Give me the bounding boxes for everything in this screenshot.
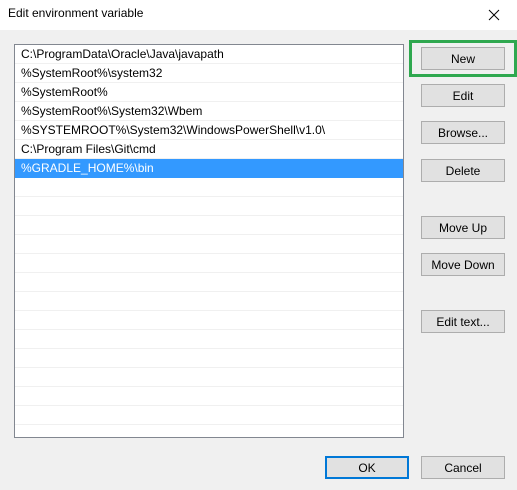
list-item-empty[interactable]	[15, 330, 403, 349]
list-item-empty[interactable]	[15, 292, 403, 311]
ok-button[interactable]: OK	[325, 456, 409, 479]
list-item-empty[interactable]	[15, 197, 403, 216]
edit-environment-variable-dialog: Edit environment variable C:\ProgramData…	[0, 0, 517, 490]
list-item-empty[interactable]	[15, 387, 403, 406]
list-item-empty[interactable]	[15, 254, 403, 273]
move-down-button[interactable]: Move Down	[421, 253, 505, 276]
delete-button[interactable]: Delete	[421, 159, 505, 182]
list-item-empty[interactable]	[15, 178, 403, 197]
close-icon	[488, 9, 500, 21]
move-up-button[interactable]: Move Up	[421, 216, 505, 239]
list-item-selected[interactable]: %GRADLE_HOME%\bin	[15, 159, 403, 178]
browse-button[interactable]: Browse...	[421, 121, 505, 144]
list-item-empty[interactable]	[15, 349, 403, 368]
title-bar: Edit environment variable	[0, 0, 517, 30]
list-item[interactable]: %SystemRoot%\System32\Wbem	[15, 102, 403, 121]
list-item-empty[interactable]	[15, 216, 403, 235]
list-item[interactable]: %SYSTEMROOT%\System32\WindowsPowerShell\…	[15, 121, 403, 140]
list-item-empty[interactable]	[15, 235, 403, 254]
edit-text-button[interactable]: Edit text...	[421, 310, 505, 333]
list-item[interactable]: C:\Program Files\Git\cmd	[15, 140, 403, 159]
cancel-button[interactable]: Cancel	[421, 456, 505, 479]
list-item[interactable]: C:\ProgramData\Oracle\Java\javapath	[15, 45, 403, 64]
list-item-empty[interactable]	[15, 273, 403, 292]
edit-button[interactable]: Edit	[421, 84, 505, 107]
close-button[interactable]	[471, 0, 517, 30]
path-list[interactable]: C:\ProgramData\Oracle\Java\javapath %Sys…	[14, 44, 404, 438]
list-item-empty[interactable]	[15, 406, 403, 425]
window-title: Edit environment variable	[8, 6, 144, 20]
list-item[interactable]: %SystemRoot%	[15, 83, 403, 102]
list-item-empty[interactable]	[15, 368, 403, 387]
list-item[interactable]: %SystemRoot%\system32	[15, 64, 403, 83]
new-button[interactable]: New	[421, 47, 505, 70]
list-item-empty[interactable]	[15, 311, 403, 330]
